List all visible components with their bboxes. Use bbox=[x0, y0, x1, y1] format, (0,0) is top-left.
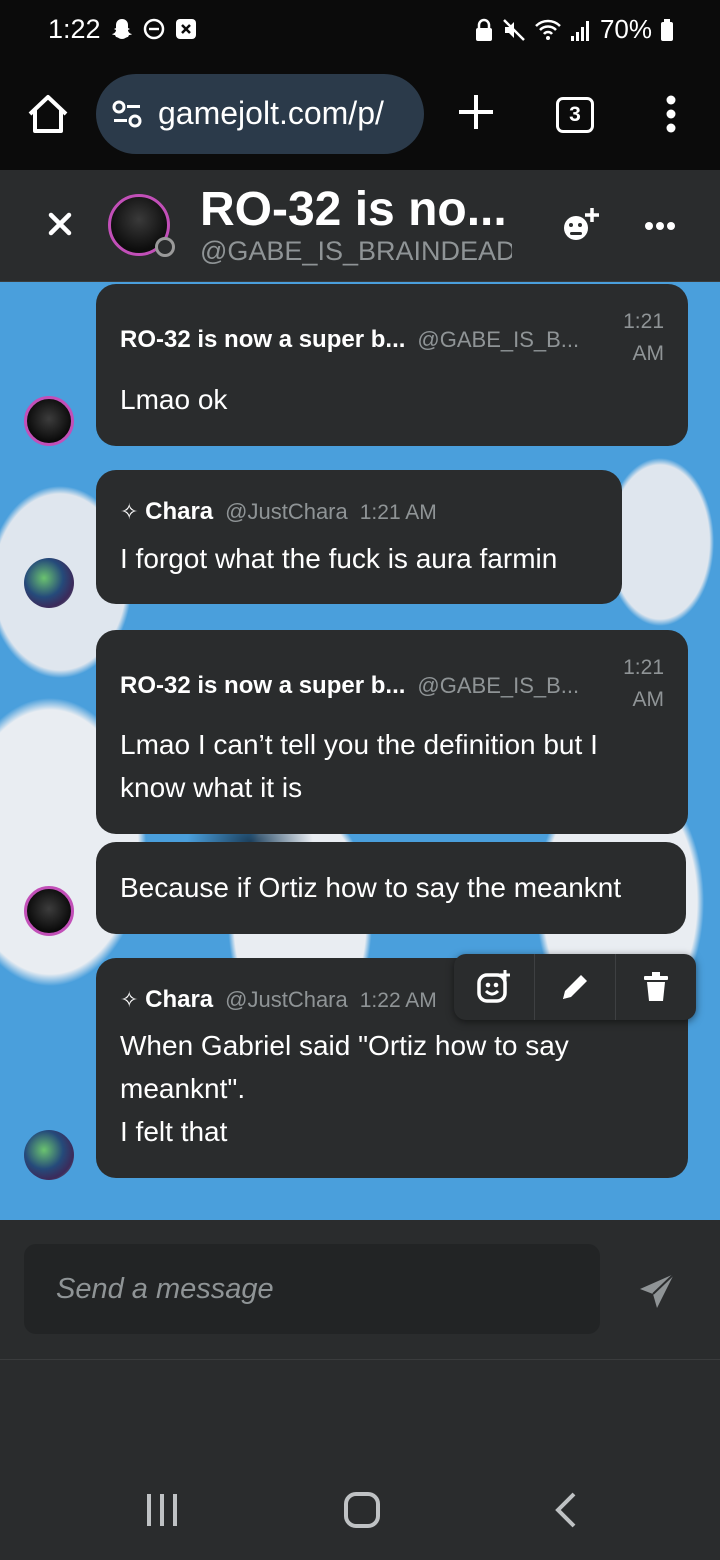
battery-percent: 70% bbox=[599, 14, 652, 44]
message-line: I felt that bbox=[120, 1116, 228, 1147]
message-composer bbox=[0, 1220, 720, 1360]
status-icons-right: 70% bbox=[474, 14, 674, 45]
message-header: ✧ Chara @JustChara 1:21 AM bbox=[120, 498, 437, 526]
back-icon[interactable] bbox=[552, 1492, 578, 1528]
sparkle-icon: ✧ bbox=[120, 987, 139, 1012]
message-author[interactable]: ✧ Chara bbox=[120, 498, 213, 526]
message-line: Lmao ok bbox=[120, 384, 228, 415]
add-reaction-button[interactable] bbox=[454, 954, 534, 1020]
message-time-line1: 1:21 bbox=[623, 656, 664, 679]
avatar[interactable] bbox=[24, 1130, 74, 1180]
chat-title[interactable]: RO-32 is no... bbox=[200, 182, 507, 237]
avatar[interactable] bbox=[108, 194, 175, 257]
home-icon[interactable] bbox=[26, 92, 70, 136]
home-nav-button[interactable] bbox=[344, 1492, 380, 1528]
message-bubble[interactable]: RO-32 is now a super b... @GABE_IS_B... … bbox=[96, 630, 688, 834]
message-handle[interactable]: @GABE_IS_B... bbox=[417, 327, 579, 353]
add-reaction-icon bbox=[477, 970, 510, 1003]
do-not-disturb-icon bbox=[143, 18, 165, 40]
lock-icon bbox=[475, 18, 492, 41]
trash-icon bbox=[644, 972, 668, 1001]
new-tab-icon[interactable] bbox=[456, 92, 496, 132]
message-author[interactable]: RO-32 is now a super b... bbox=[120, 672, 405, 700]
message-line: know what it is bbox=[120, 772, 303, 803]
browser-toolbar: gamejolt.com/p/ 3 bbox=[0, 62, 720, 170]
avatar[interactable] bbox=[24, 396, 74, 446]
message-actions-toolbar bbox=[454, 954, 696, 1020]
message-input[interactable] bbox=[24, 1244, 600, 1334]
message-line: I forgot what the fuck is aura farmin bbox=[120, 543, 558, 574]
status-icons-left bbox=[110, 17, 198, 41]
message-bubble[interactable]: Because if Ortiz how to say the meanknt bbox=[96, 842, 686, 934]
chat-header: RO-32 is no... @GABE_IS_BRAINDEAD_a bbox=[0, 170, 720, 282]
message-text: I forgot what the fuck is aura farmin bbox=[120, 537, 557, 580]
close-box-icon bbox=[176, 19, 196, 39]
delete-message-button[interactable] bbox=[616, 954, 696, 1020]
message-handle[interactable]: @JustChara bbox=[225, 987, 348, 1013]
message-header: ✧ Chara @JustChara 1:22 AM bbox=[120, 986, 437, 1014]
close-icon[interactable] bbox=[44, 208, 76, 240]
message-author-name[interactable]: Chara bbox=[145, 986, 213, 1013]
message-time-line2: AM bbox=[632, 688, 665, 711]
add-friend-icon[interactable] bbox=[560, 206, 600, 246]
message-text: Lmao I can’t tell you the definition but… bbox=[120, 723, 598, 809]
message-time: 1:21 AM bbox=[604, 306, 664, 370]
send-icon[interactable] bbox=[638, 1272, 676, 1310]
message-author[interactable]: RO-32 is now a super b... bbox=[120, 326, 405, 354]
snapchat-icon bbox=[112, 19, 132, 39]
battery-icon bbox=[661, 18, 673, 41]
message-text: Because if Ortiz how to say the meanknt bbox=[120, 866, 621, 909]
message-bubble[interactable]: RO-32 is now a super b... @GABE_IS_B... … bbox=[96, 284, 688, 446]
message-line: Because if Ortiz how to say the meanknt bbox=[120, 872, 622, 903]
status-time: 1:22 bbox=[48, 14, 101, 44]
message-handle[interactable]: @GABE_IS_B... bbox=[417, 673, 579, 699]
offline-status-dot bbox=[155, 237, 175, 257]
message-text: Lmao ok bbox=[120, 378, 227, 421]
message-header: RO-32 is now a super b... @GABE_IS_B... bbox=[120, 326, 579, 354]
pencil-icon bbox=[563, 975, 587, 999]
message-time: 1:21 AM bbox=[604, 652, 664, 716]
message-author-name[interactable]: Chara bbox=[145, 498, 213, 525]
more-horiz-icon[interactable] bbox=[644, 220, 676, 232]
address-bar[interactable]: gamejolt.com/p/ bbox=[96, 74, 424, 154]
more-vert-icon[interactable] bbox=[664, 94, 678, 134]
mute-icon bbox=[503, 18, 525, 41]
message-header: RO-32 is now a super b... @GABE_IS_B... bbox=[120, 672, 579, 700]
message-line: Lmao I can’t tell you the definition but… bbox=[120, 729, 598, 760]
message-time-line2: AM bbox=[632, 342, 665, 365]
message-line: meanknt". bbox=[120, 1073, 246, 1104]
message-text: When Gabriel said "Ortiz how to say mean… bbox=[120, 1024, 569, 1153]
sparkle-icon: ✧ bbox=[120, 499, 139, 524]
chat-username: @GABE_IS_BRAINDEAD_a bbox=[200, 236, 512, 266]
message-time-line1: 1:21 bbox=[623, 310, 664, 333]
status-bar: 1:22 70% bbox=[0, 0, 720, 62]
message-time: 1:22 AM bbox=[359, 989, 437, 1012]
message-handle[interactable]: @JustChara bbox=[225, 499, 348, 525]
chat-message-list[interactable]: RO-32 is now a super b... @GABE_IS_B... … bbox=[0, 282, 720, 1220]
site-settings-icon[interactable] bbox=[112, 100, 142, 128]
message-line: When Gabriel said "Ortiz how to say bbox=[120, 1030, 569, 1061]
edit-message-button[interactable] bbox=[535, 954, 615, 1020]
url-text[interactable]: gamejolt.com/p/ bbox=[158, 95, 393, 132]
message-author[interactable]: ✧ Chara bbox=[120, 986, 213, 1014]
message-bubble[interactable]: ✧ Chara @JustChara 1:21 AM I forgot what… bbox=[96, 470, 622, 604]
signal-icon bbox=[570, 20, 589, 41]
tab-switcher-button[interactable]: 3 bbox=[556, 97, 594, 133]
system-navigation-bar bbox=[0, 1440, 720, 1560]
avatar[interactable] bbox=[24, 558, 74, 608]
recents-icon[interactable] bbox=[144, 1492, 180, 1528]
avatar[interactable] bbox=[24, 886, 74, 936]
wifi-icon bbox=[535, 19, 561, 40]
message-time: 1:21 AM bbox=[359, 501, 437, 524]
composer-spacer bbox=[0, 1360, 720, 1440]
